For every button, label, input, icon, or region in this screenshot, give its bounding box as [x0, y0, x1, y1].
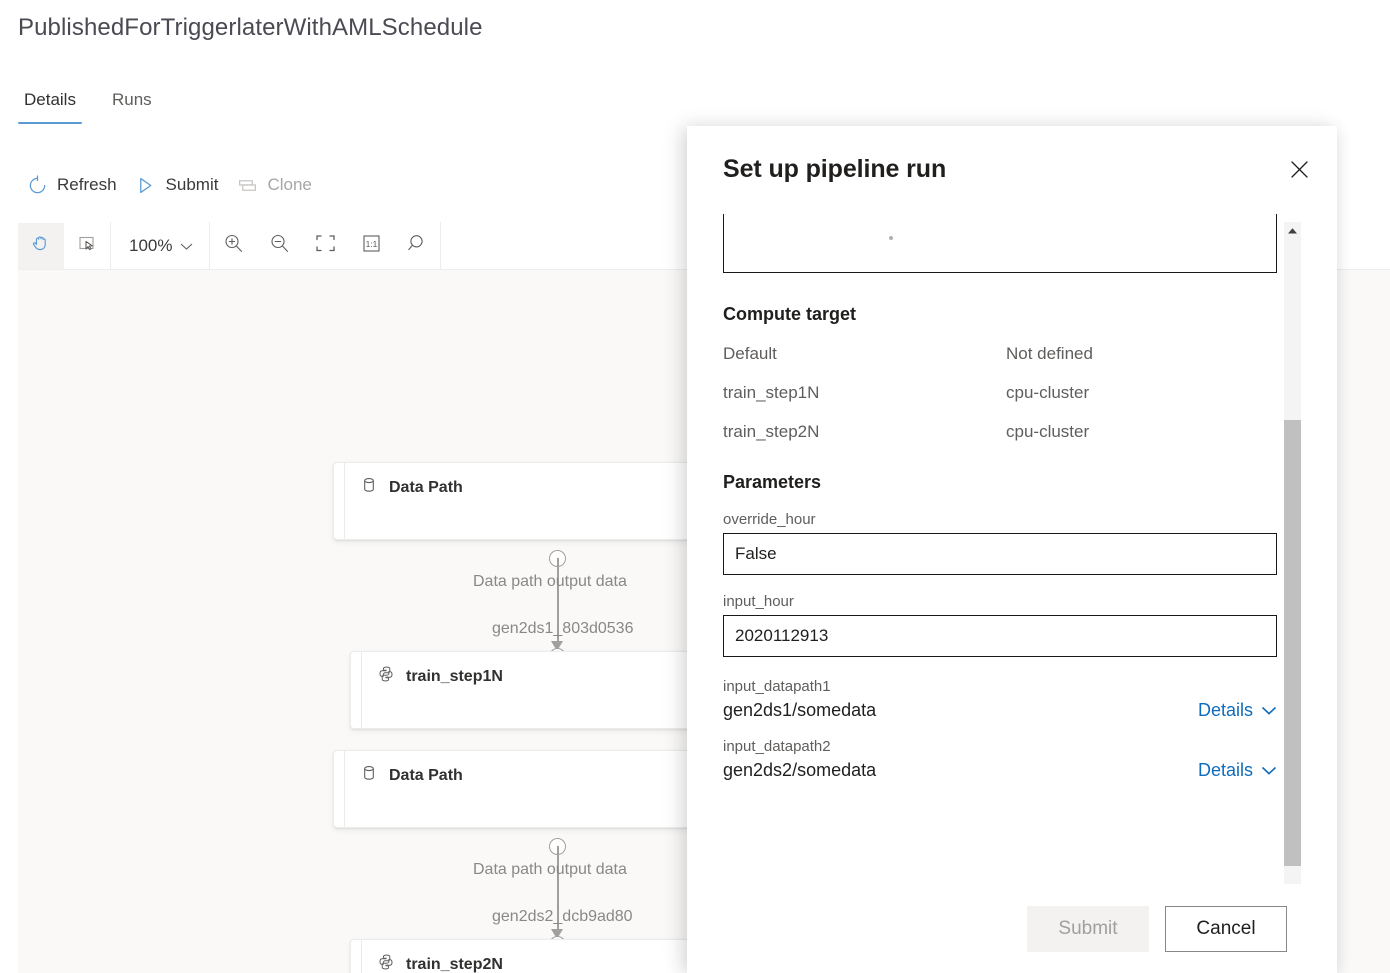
edge-label-line1: Data path output data	[473, 573, 627, 590]
zoom-level-dropdown[interactable]: 100%	[111, 223, 209, 269]
clone-button: Clone	[232, 170, 325, 200]
dialog-title: Set up pipeline run	[723, 155, 947, 183]
override-hour-input[interactable]	[723, 533, 1277, 575]
fit-to-screen-icon	[314, 232, 337, 260]
dialog-footer: Submit Cancel	[687, 884, 1337, 973]
edge-label-line2: gen2ds2_dcb9ad80	[492, 908, 633, 925]
submit-button[interactable]: Submit	[131, 170, 233, 200]
graph-node-datapath-2[interactable]: Data Path	[333, 750, 748, 828]
param-label-override-hour: override_hour	[723, 511, 816, 528]
compute-target-value: Not defined	[1006, 344, 1093, 363]
clone-label: Clone	[267, 175, 312, 194]
refresh-icon	[26, 174, 48, 196]
refresh-button[interactable]: Refresh	[22, 170, 131, 200]
search-graph-button[interactable]	[394, 223, 440, 269]
node-label: train_step1N	[406, 667, 503, 685]
tab-runs-label: Runs	[111, 90, 152, 109]
zoom-in-button[interactable]	[210, 223, 256, 269]
actual-size-button[interactable]: 1:1	[348, 223, 394, 269]
edge-label-line1: Data path output data	[473, 861, 627, 878]
refresh-label: Refresh	[57, 175, 117, 194]
marquee-select-icon	[76, 232, 98, 259]
node-header: Data Path	[334, 463, 747, 499]
datapath1-details-label: Details	[1197, 700, 1253, 720]
play-icon	[135, 174, 157, 196]
datapath1-row: gen2ds1/somedata Details	[723, 700, 1277, 721]
zoom-in-icon	[222, 232, 245, 260]
tab-bar: Details Runs	[18, 90, 158, 124]
scroll-up-button[interactable]	[1284, 222, 1301, 239]
submit-label: Submit	[165, 175, 219, 194]
tool-group-zoom-level: 100%	[111, 222, 211, 269]
datapath2-details-label: Details	[1197, 760, 1253, 780]
compute-target-value: cpu-cluster	[1006, 422, 1090, 441]
node-label: Data Path	[389, 478, 463, 496]
chevron-down-icon	[1261, 760, 1277, 781]
scroll-up-arrow-icon	[1287, 222, 1298, 240]
compute-target-name: train_step1N	[723, 383, 820, 402]
tool-group-mode	[18, 222, 111, 269]
node-label: train_step2N	[406, 955, 503, 973]
setup-pipeline-run-dialog: Set up pipeline run this is awsesome pip…	[687, 126, 1337, 973]
param-label-input-datapath2: input_datapath2	[723, 738, 831, 755]
svg-text:1:1: 1:1	[366, 239, 378, 249]
clone-icon	[236, 174, 258, 196]
pan-tool-button[interactable]	[18, 222, 64, 269]
dialog-submit-button: Submit	[1027, 905, 1149, 952]
node-label: Data Path	[389, 766, 463, 784]
param-label-input-hour: input_hour	[723, 593, 794, 610]
compute-target-heading: Compute target	[723, 304, 857, 324]
page-title: PublishedForTriggerlaterWithAMLSchedule	[18, 14, 483, 41]
database-icon	[360, 764, 378, 787]
compute-target-row: train_step1N cpu-cluster	[723, 383, 1251, 403]
compute-target-name: train_step2N	[723, 422, 820, 441]
node-header: Data Path	[334, 751, 747, 787]
compute-target-row: train_step2N cpu-cluster	[723, 422, 1251, 442]
param-label-input-datapath1: input_datapath1	[723, 678, 831, 695]
pan-hand-icon	[30, 232, 52, 259]
loading-dot-indicator	[889, 236, 893, 240]
python-icon	[377, 665, 395, 688]
compute-target-row: Default Not defined	[723, 344, 1251, 364]
edge-label-line2: gen2ds1_803d0536	[492, 620, 634, 637]
search-icon	[406, 232, 429, 260]
dialog-content: this is awsesome pipeline Compute target…	[687, 214, 1287, 781]
compute-target-value: cpu-cluster	[1006, 383, 1090, 402]
tab-runs[interactable]: Runs	[106, 90, 158, 124]
fit-to-screen-button[interactable]	[302, 223, 348, 269]
tab-details[interactable]: Details	[18, 90, 82, 124]
dialog-scrollbar[interactable]	[1284, 222, 1301, 973]
dialog-scroll-area: this is awsesome pipeline Compute target…	[687, 214, 1337, 884]
parameters-heading: Parameters	[723, 472, 822, 492]
zoom-out-button[interactable]	[256, 223, 302, 269]
close-button[interactable]	[1281, 154, 1317, 190]
dialog-cancel-button[interactable]: Cancel	[1165, 905, 1287, 952]
graph-node-datapath-1[interactable]: Data Path	[333, 462, 748, 540]
dialog-submit-label: Submit	[1058, 917, 1118, 939]
close-icon	[1289, 159, 1310, 185]
input-hour-input[interactable]	[723, 615, 1277, 657]
app-root: PublishedForTriggerlaterWithAMLSchedule …	[0, 0, 1390, 973]
chevron-down-icon	[180, 236, 193, 256]
tab-details-label: Details	[24, 90, 76, 109]
zoom-out-icon	[268, 232, 291, 260]
compute-target-name: Default	[723, 344, 777, 363]
chevron-down-icon	[1261, 700, 1277, 721]
scrollbar-thumb[interactable]	[1284, 420, 1301, 866]
python-icon	[377, 953, 395, 973]
datapath2-row: gen2ds2/somedata Details	[723, 760, 1277, 781]
database-icon	[360, 476, 378, 499]
datapath2-details-toggle[interactable]: Details	[1198, 760, 1277, 781]
datapath1-value: gen2ds1/somedata	[723, 700, 877, 720]
dialog-cancel-label: Cancel	[1196, 917, 1256, 939]
actual-size-1-1-icon: 1:1	[360, 232, 383, 260]
command-bar: Refresh Submit Clone	[22, 166, 326, 204]
datapath1-details-toggle[interactable]: Details	[1198, 700, 1277, 721]
datapath2-value: gen2ds2/somedata	[723, 760, 877, 780]
zoom-level-value: 100%	[129, 235, 173, 255]
tool-group-zoom-actions: 1:1	[210, 222, 442, 269]
description-textarea[interactable]: this is awsesome pipeline	[723, 214, 1277, 273]
select-tool-button[interactable]	[64, 223, 110, 269]
